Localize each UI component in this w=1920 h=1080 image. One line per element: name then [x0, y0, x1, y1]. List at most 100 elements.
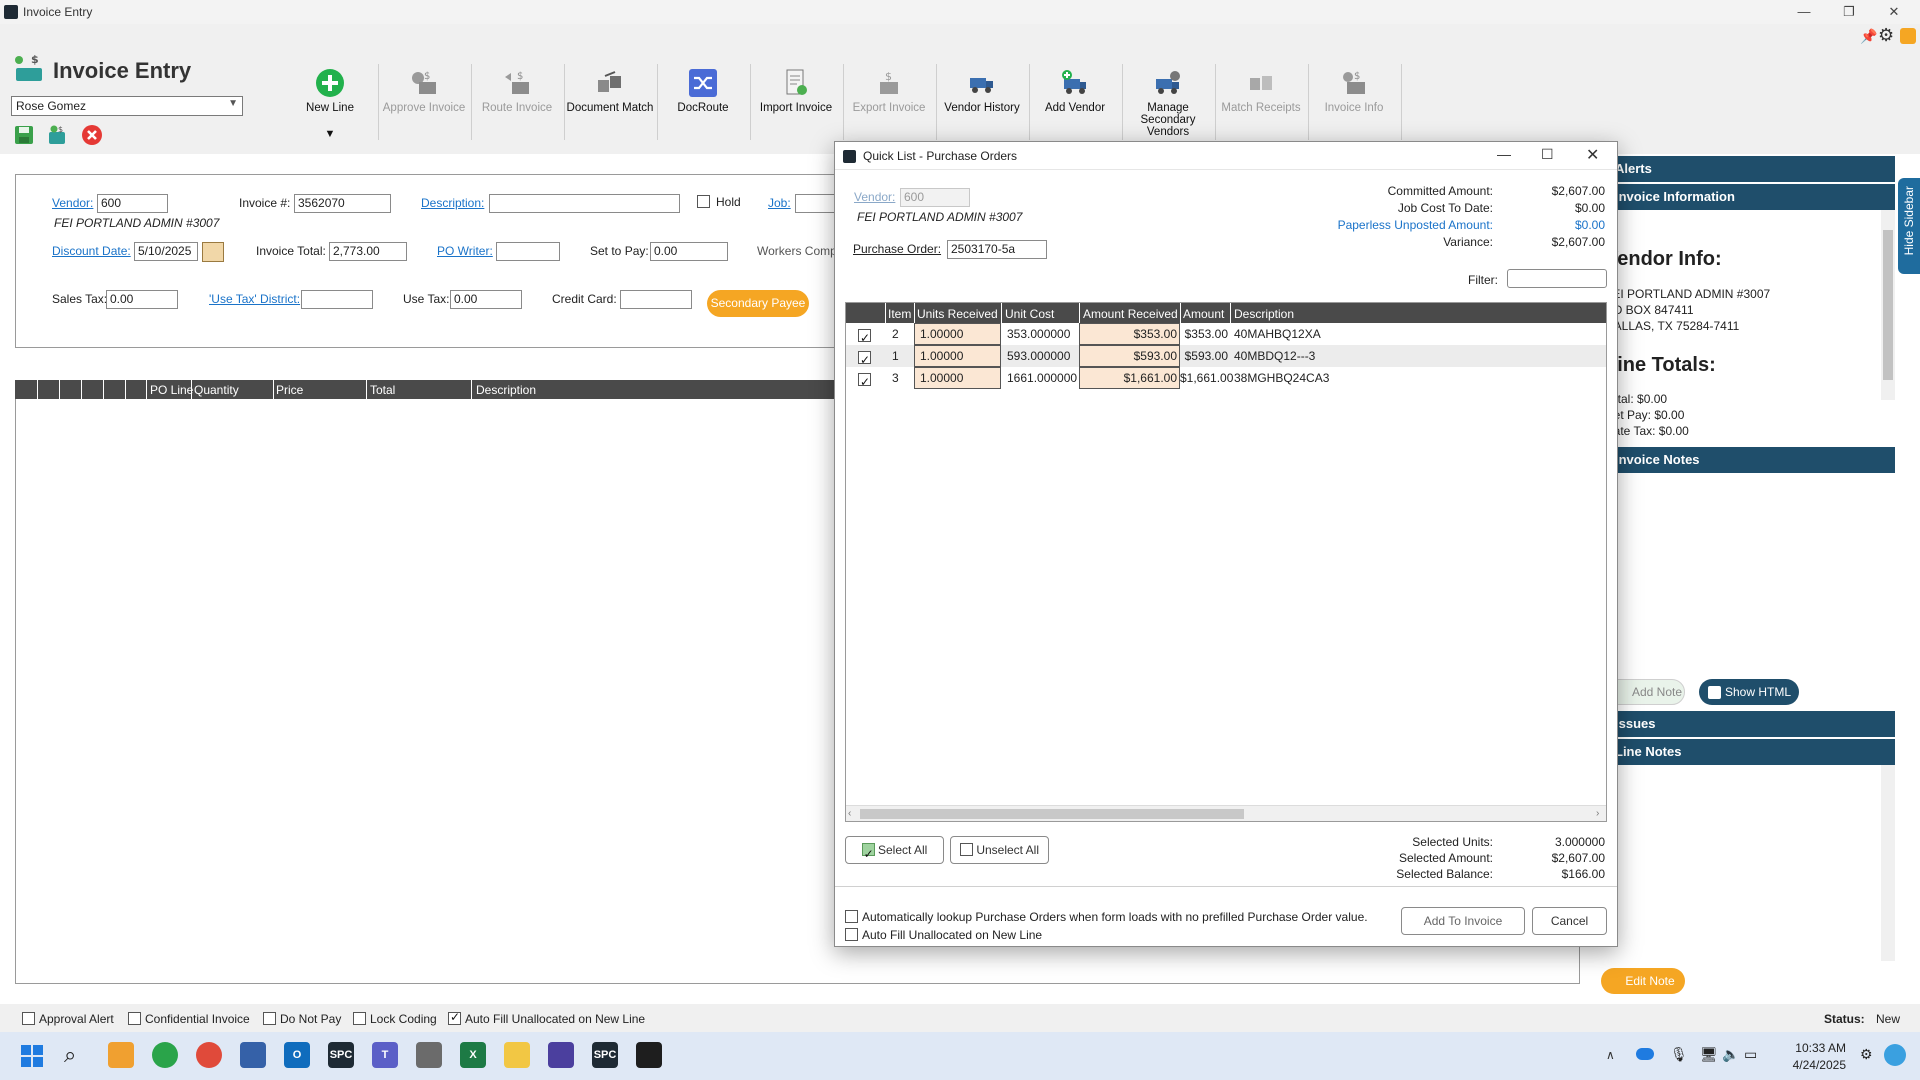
- sidebar-invoice-notes-header[interactable]: Invoice Notes: [1595, 447, 1895, 473]
- invoice-total-field[interactable]: 2,773.00: [329, 242, 407, 261]
- purchase-order-link[interactable]: Purchase Order:: [853, 242, 941, 256]
- save-new-icon[interactable]: $: [47, 124, 69, 146]
- auto-fill-checkbox[interactable]: [448, 1010, 461, 1025]
- notification-icon[interactable]: ⚙: [1860, 1046, 1873, 1063]
- scroll-left-icon[interactable]: ‹: [848, 808, 851, 819]
- filter-input[interactable]: [1507, 269, 1607, 288]
- confidential-invoice-checkbox[interactable]: [128, 1012, 141, 1025]
- taskbar-app-icon[interactable]: [108, 1042, 134, 1068]
- excel-icon[interactable]: X: [460, 1042, 486, 1068]
- docroute-button[interactable]: DocRoute: [657, 62, 749, 144]
- col-amount-received[interactable]: Amount Received: [1083, 307, 1178, 321]
- description-field[interactable]: [489, 194, 680, 213]
- col-unit-cost[interactable]: Unit Cost: [1005, 307, 1054, 321]
- po-writer-link[interactable]: PO Writer:: [437, 244, 493, 258]
- monitor-icon[interactable]: 🖥: [1700, 1046, 1718, 1063]
- copilot-icon[interactable]: [1884, 1044, 1906, 1066]
- delete-icon[interactable]: [81, 124, 103, 146]
- onedrive-icon[interactable]: [1636, 1048, 1654, 1060]
- gear-icon[interactable]: ⚙: [1878, 25, 1894, 46]
- battery-icon[interactable]: ▭: [1744, 1046, 1757, 1063]
- row-amount-received[interactable]: $353.00: [1079, 323, 1180, 345]
- purchase-order-field[interactable]: 2503170-5a: [947, 240, 1047, 259]
- po-writer-field[interactable]: [496, 242, 560, 261]
- taskbar-app-icon[interactable]: [152, 1042, 178, 1068]
- vendor-link[interactable]: Vendor:: [52, 196, 93, 210]
- credit-card-field[interactable]: [620, 290, 692, 309]
- vendor-history-button[interactable]: Vendor History: [936, 62, 1028, 144]
- po-line-row[interactable]: 2 1.00000 353.000000 $353.00 $353.00 40M…: [846, 323, 1606, 349]
- acrobat-icon[interactable]: [636, 1042, 662, 1068]
- row-units-received[interactable]: 1.00000: [914, 345, 1001, 367]
- confidential-invoice-option[interactable]: Confidential Invoice: [128, 1012, 250, 1026]
- col-amount[interactable]: Amount: [1183, 307, 1224, 321]
- import-invoice-button[interactable]: Import Invoice: [750, 62, 842, 144]
- document-match-button[interactable]: Document Match: [564, 62, 656, 144]
- new-line-button[interactable]: New Line ▼: [284, 62, 376, 144]
- use-tax-district-field[interactable]: [301, 290, 373, 309]
- show-html-checkbox[interactable]: [1708, 686, 1721, 699]
- sidebar-alerts-header[interactable]: Alerts: [1595, 156, 1895, 182]
- cancel-button[interactable]: Cancel: [1532, 907, 1607, 935]
- auto-lookup-checkbox[interactable]: [845, 910, 858, 923]
- row-amount-received[interactable]: $1,661.00: [1079, 367, 1180, 389]
- select-all-button[interactable]: Select All: [845, 836, 944, 867]
- edit-note-button[interactable]: Edit Note: [1601, 968, 1685, 994]
- lock-coding-checkbox[interactable]: [353, 1012, 366, 1025]
- taskbar-app-icon[interactable]: [548, 1042, 574, 1068]
- approval-alert-checkbox[interactable]: [22, 1012, 35, 1025]
- file-explorer-icon[interactable]: [504, 1042, 530, 1068]
- auto-lookup-option[interactable]: Automatically lookup Purchase Orders whe…: [845, 910, 1368, 924]
- use-tax-field[interactable]: 0.00: [450, 290, 522, 309]
- hold-checkbox[interactable]: [697, 195, 710, 211]
- sales-tax-field[interactable]: 0.00: [106, 290, 178, 309]
- pin-icon[interactable]: 📌: [1860, 28, 1877, 45]
- sidebar-invoice-info-header[interactable]: Invoice Information: [1595, 184, 1895, 210]
- po-line-row[interactable]: 1 1.00000 593.000000 $593.00 $593.00 40M…: [846, 345, 1606, 371]
- taskbar-date[interactable]: 4/24/2025: [1780, 1058, 1846, 1072]
- row-units-received[interactable]: 1.00000: [914, 323, 1001, 345]
- secondary-payee-button[interactable]: Secondary Payee: [707, 290, 809, 317]
- dialog-close-button[interactable]: ✕: [1586, 145, 1599, 165]
- invoice-info-button[interactable]: $ Invoice Info: [1308, 62, 1400, 144]
- windows-start-icon[interactable]: [20, 1044, 44, 1068]
- match-receipts-button[interactable]: Match Receipts: [1215, 62, 1307, 144]
- microphone-icon[interactable]: 🎙: [1670, 1046, 1688, 1063]
- paperless-unposted-label[interactable]: Paperless Unposted Amount:: [1285, 218, 1493, 232]
- col-units-received[interactable]: Units Received: [917, 307, 998, 321]
- description-link[interactable]: Description:: [421, 196, 484, 210]
- outlook-icon[interactable]: O: [284, 1042, 310, 1068]
- spc-app-active-icon[interactable]: SPC: [592, 1042, 618, 1068]
- dialog-auto-fill-checkbox[interactable]: [845, 928, 858, 941]
- row-checkbox[interactable]: [858, 371, 871, 393]
- approve-invoice-button[interactable]: $ Approve Invoice: [378, 62, 470, 144]
- hide-sidebar-tab[interactable]: Hide Sidebar: [1898, 178, 1920, 274]
- calendar-icon[interactable]: [202, 242, 224, 262]
- export-invoice-button[interactable]: $ Export Invoice: [843, 62, 935, 144]
- maximize-button[interactable]: ❐: [1835, 2, 1863, 22]
- approval-alert-option[interactable]: Approval Alert: [22, 1012, 114, 1026]
- use-tax-district-link[interactable]: 'Use Tax' District:: [209, 292, 300, 306]
- col-item[interactable]: Item: [888, 307, 911, 321]
- calculator-icon[interactable]: [416, 1042, 442, 1068]
- taskbar-time[interactable]: 10:33 AM: [1786, 1041, 1846, 1055]
- user-select[interactable]: Rose Gomez ▼: [11, 96, 243, 116]
- col-total[interactable]: Total: [370, 383, 395, 397]
- col-po-description[interactable]: Description: [1234, 307, 1294, 321]
- dialog-minimize-button[interactable]: —: [1497, 146, 1511, 162]
- set-to-pay-field[interactable]: 0.00: [650, 242, 728, 261]
- row-checkbox-box[interactable]: [858, 371, 871, 393]
- search-icon[interactable]: ⌕: [64, 1042, 76, 1068]
- dialog-auto-fill-option[interactable]: Auto Fill Unallocated on New Line: [845, 928, 1042, 942]
- auto-fill-option[interactable]: Auto Fill Unallocated on New Line: [448, 1010, 645, 1026]
- scrollbar-thumb[interactable]: [860, 809, 1244, 819]
- dialog-maximize-button[interactable]: ☐: [1541, 146, 1554, 163]
- lock-coding-option[interactable]: Lock Coding: [353, 1012, 437, 1026]
- col-description[interactable]: Description: [476, 383, 536, 397]
- teams-icon[interactable]: T: [372, 1042, 398, 1068]
- new-line-dropdown-icon[interactable]: ▼: [284, 128, 376, 140]
- add-vendor-button[interactable]: Add Vendor: [1029, 62, 1121, 144]
- unselect-all-button[interactable]: Unselect All: [950, 836, 1049, 864]
- sidebar-info-scrollbar[interactable]: [1881, 210, 1895, 400]
- volume-icon[interactable]: 🔈: [1722, 1046, 1739, 1063]
